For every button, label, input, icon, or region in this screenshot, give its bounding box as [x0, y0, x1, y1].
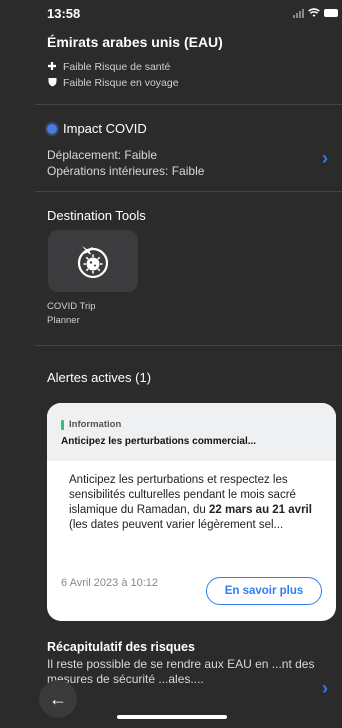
tools-title: Destination Tools	[47, 208, 146, 223]
signal-icon	[293, 8, 304, 18]
alert-card-header: Information Anticipez les perturbations …	[47, 403, 336, 461]
virus-plane-icon	[77, 246, 109, 279]
alert-footer: 6 Avril 2023 à 10:12 En savoir plus	[61, 575, 322, 607]
learn-more-button[interactable]: En savoir plus	[206, 577, 322, 605]
virus-icon	[47, 123, 57, 134]
health-cross-icon: ✚	[47, 61, 57, 73]
shield-icon	[47, 77, 57, 89]
divider	[35, 191, 342, 192]
recap-title: Récapitulatif des risques	[47, 640, 195, 654]
battery-icon	[324, 9, 338, 17]
alert-category-row: Information	[61, 419, 324, 430]
info-marker	[61, 419, 64, 430]
alert-body-text: (les dates peuvent varier légèrement sel…	[69, 519, 284, 531]
status-time: 13:58	[47, 6, 81, 21]
alert-body-dates: 22 mars au 21 avril	[209, 504, 312, 516]
screen: 13:58 Émirats arabes unis (EAU) ✚ Faible…	[0, 0, 342, 728]
health-risk-row: ✚ Faible Risque de santé	[47, 61, 170, 73]
alert-headline: Anticipez les perturbations commercial..…	[61, 436, 257, 447]
covid-title: Impact COVID	[63, 121, 147, 136]
status-icons	[293, 8, 338, 18]
covid-domestic: Opérations intérieures: Faible	[47, 164, 205, 178]
arrow-left-icon: ←	[49, 688, 67, 709]
recap-text: Il reste possible de se rendre aux EAU e…	[47, 657, 315, 686]
covid-title-row: Impact COVID	[47, 121, 147, 136]
divider	[35, 104, 342, 105]
country-name: Émirats arabes unis (EAU)	[47, 34, 223, 50]
alerts-title: Alertes actives (1)	[47, 370, 152, 385]
alert-category: Information	[69, 419, 122, 430]
left-margin	[0, 0, 35, 728]
divider	[35, 345, 342, 346]
travel-risk-label: Faible Risque en voyage	[63, 77, 179, 89]
alert-card[interactable]: Information Anticipez les perturbations …	[47, 403, 336, 621]
tool-label: COVID Trip Planner	[47, 301, 96, 326]
alert-body: Anticipez les perturbations et respectez…	[47, 461, 336, 533]
back-button[interactable]: ←	[39, 680, 77, 718]
chevron-right-icon[interactable]: ›	[322, 148, 328, 169]
chevron-right-icon[interactable]: ›	[322, 678, 328, 699]
covid-trip-planner-button[interactable]	[48, 230, 138, 292]
alert-date: 6 Avril 2023 à 10:12	[61, 577, 159, 589]
health-risk-label: Faible Risque de santé	[63, 61, 171, 73]
wifi-icon	[308, 8, 320, 17]
travel-risk-row: Faible Risque en voyage	[47, 77, 179, 89]
covid-travel: Déplacement: Faible	[47, 148, 158, 162]
status-bar: 13:58	[47, 6, 338, 22]
home-indicator[interactable]	[117, 715, 227, 719]
